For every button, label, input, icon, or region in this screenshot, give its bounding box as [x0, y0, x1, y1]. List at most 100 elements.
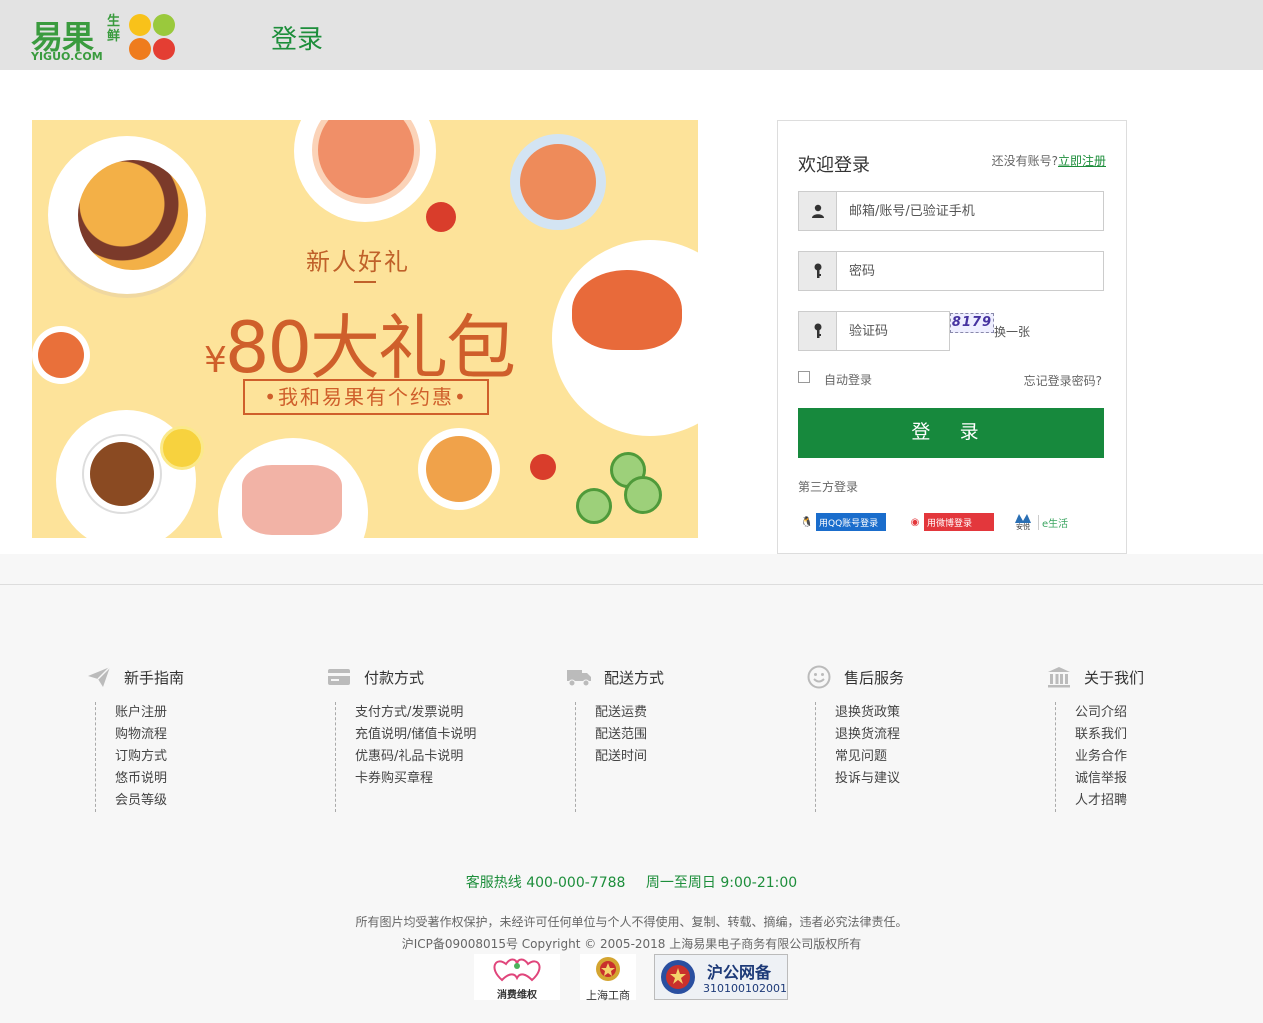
banner-subtitle: 新人好礼 — [306, 248, 410, 276]
footer-link[interactable]: 配送运费 — [595, 702, 766, 724]
footer-column-header: 售后服务 — [806, 664, 1006, 690]
footer-link[interactable]: 会员等级 — [115, 790, 286, 812]
auto-login-option[interactable]: 自动登录 — [798, 370, 873, 388]
footer-link[interactable]: 投诉与建议 — [835, 768, 1006, 790]
promo-banner[interactable]: 新人好礼 ¥80大礼包 •我和易果有个约惠• — [32, 120, 698, 538]
footer-link[interactable]: 配送范围 — [595, 724, 766, 746]
register-link[interactable]: 立即注册 — [1058, 154, 1106, 168]
footer-link[interactable]: 人才招聘 — [1075, 790, 1246, 812]
footer-column-header: 配送方式 — [566, 664, 766, 690]
coffee-image — [84, 436, 160, 512]
elife-label: e生活 — [1038, 514, 1068, 530]
weibo-icon: ◉ — [906, 513, 924, 531]
banner-divider — [354, 281, 376, 283]
footer-column-title: 新手指南 — [124, 668, 185, 687]
footer-link[interactable]: 订购方式 — [115, 746, 286, 768]
footer-link[interactable]: 账户注册 — [115, 702, 286, 724]
footer-link[interactable]: 业务合作 — [1075, 746, 1246, 768]
sauce-image — [38, 332, 84, 378]
logo-domain: YIGUO.COM — [31, 50, 103, 63]
footer-column-about: 关于我们 公司介绍 联系我们 业务合作 诚信举报 人才招聘 — [1046, 664, 1246, 812]
footer-link[interactable]: 悠币说明 — [115, 768, 286, 790]
bank-icon — [1046, 664, 1072, 690]
smile-icon — [806, 664, 832, 690]
cucumber-image — [624, 476, 662, 514]
shanghai-aic-label: 上海工商 — [586, 989, 630, 1002]
no-account-text: 还没有账号? — [991, 154, 1058, 168]
hotline-text: 客服热线 400-000-7788 — [465, 875, 626, 891]
cookies-image — [78, 160, 188, 270]
shrimp-image — [572, 270, 682, 350]
register-hint: 还没有账号?立即注册 — [992, 152, 1106, 169]
footer-column-header: 付款方式 — [326, 664, 526, 690]
footer-link[interactable]: 支付方式/发票说明 — [355, 702, 526, 724]
weibo-login-button[interactable]: ◉ 用微博登录 — [906, 513, 994, 531]
username-input[interactable] — [839, 192, 1099, 230]
footer-link[interactable]: 退换货流程 — [835, 724, 1006, 746]
key-icon — [799, 312, 837, 350]
captcha-input[interactable] — [839, 312, 949, 350]
qq-login-label: 用QQ账号登录 — [819, 518, 879, 529]
copyright-notice: 所有图片均受著作权保护，未经许可任何单位与个人不得使用、复制、转载、摘编，违者必… — [355, 915, 908, 929]
third-party-label: 第三方登录 — [798, 480, 859, 494]
tomato-image — [530, 454, 556, 480]
footer-column-title: 售后服务 — [844, 668, 905, 687]
footer-link[interactable]: 充值说明/储值卡说明 — [355, 724, 526, 746]
aic-emblem-icon — [596, 957, 620, 981]
truck-icon — [566, 664, 592, 690]
shanghai-aic-badge[interactable]: 上海工商 — [580, 954, 636, 1002]
footer-column-aftersales: 售后服务 退换货政策 退换货流程 常见问题 投诉与建议 — [806, 664, 1006, 812]
footer-link[interactable]: 配送时间 — [595, 746, 766, 768]
footer-column-title: 配送方式 — [604, 668, 665, 687]
footer-link[interactable]: 优惠码/礼品卡说明 — [355, 746, 526, 768]
consumer-rights-icon — [493, 958, 541, 982]
footer-divider — [0, 584, 1263, 585]
login-button[interactable]: 登 录 — [798, 408, 1104, 458]
banner-tagline: •我和易果有个约惠• — [243, 379, 489, 415]
footer-column-title: 关于我们 — [1084, 668, 1145, 687]
footer-link[interactable]: 购物流程 — [115, 724, 286, 746]
auto-login-label: 自动登录 — [824, 373, 873, 387]
captcha-field — [798, 311, 950, 351]
yiguo-logo[interactable]: 易果 生鲜 YIGUO.COM — [31, 12, 181, 64]
logo-dots-icon — [129, 14, 177, 62]
footer-column-guide: 新手指南 账户注册 购物流程 订购方式 悠币说明 会员等级 — [86, 664, 286, 812]
login-panel: 欢迎登录 还没有账号?立即注册 8179 换一张 自动登录 忘记登录密码? 登 … — [777, 120, 1127, 554]
username-field — [798, 191, 1104, 231]
footer-link[interactable]: 公司介绍 — [1075, 702, 1246, 724]
logo-subtext: 生鲜 — [107, 14, 121, 44]
footer-link[interactable]: 诚信举报 — [1075, 768, 1246, 790]
lemon-image — [160, 426, 204, 470]
footer-column-payment: 付款方式 支付方式/发票说明 充值说明/储值卡说明 优惠码/礼品卡说明 卡券购买… — [326, 664, 526, 812]
police-record-badge[interactable]: 沪公网备 310100102001 — [654, 954, 788, 1000]
footer-link[interactable]: 联系我们 — [1075, 724, 1246, 746]
cucumber-image — [576, 488, 612, 524]
captcha-refresh-link[interactable]: 换一张 — [994, 323, 1030, 340]
password-input[interactable] — [839, 252, 1099, 290]
captcha-image[interactable]: 8179 — [950, 313, 994, 333]
ham-image — [242, 465, 342, 535]
page-title: 登录 — [271, 25, 324, 55]
police-record-title: 沪公网备 — [707, 963, 772, 982]
footer-link[interactable]: 退换货政策 — [835, 702, 1006, 724]
weibo-login-label: 用微博登录 — [927, 518, 973, 529]
user-icon — [799, 192, 837, 230]
forgot-password-link[interactable]: 忘记登录密码? — [1024, 372, 1102, 389]
footer-link[interactable]: 常见问题 — [835, 746, 1006, 768]
yen-symbol: ¥ — [204, 340, 227, 381]
consumer-rights-badge[interactable]: 消费维权 — [474, 954, 560, 1001]
auto-login-checkbox[interactable] — [798, 370, 810, 383]
qq-login-button[interactable]: 🐧 用QQ账号登录 — [798, 513, 886, 531]
orange-soup-image — [426, 436, 492, 502]
footer-column-header: 新手指南 — [86, 664, 286, 690]
login-title: 欢迎登录 — [798, 155, 870, 176]
anyue-login-button[interactable]: 安悦 e生活 — [1014, 513, 1074, 531]
footer-column-delivery: 配送方式 配送运费 配送范围 配送时间 — [566, 664, 766, 812]
anyue-label: 安悦 — [1016, 522, 1030, 531]
anyue-icon: 安悦 — [1014, 513, 1032, 532]
police-emblem-icon — [661, 960, 695, 994]
cherry-image — [426, 202, 456, 232]
police-record-number: 310100102001 — [703, 982, 787, 995]
footer-link[interactable]: 卡券购买章程 — [355, 768, 526, 790]
password-field — [798, 251, 1104, 291]
